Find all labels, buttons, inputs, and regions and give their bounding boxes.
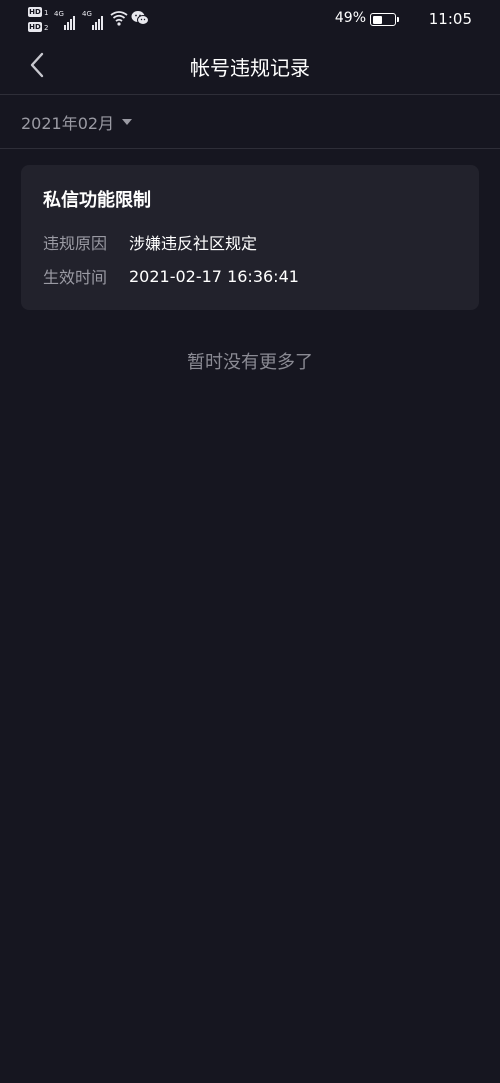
signal-icon: 4G [82, 10, 106, 30]
reason-value: 涉嫌违反社区规定 [129, 234, 258, 253]
battery-icon [370, 13, 399, 26]
wechat-icon [131, 11, 149, 25]
hd-icon: HD 1 HD 2 [28, 6, 52, 34]
reason-row: 违规原因 涉嫌违反社区规定 [43, 231, 257, 253]
effective-time-label: 生效时间 [43, 268, 108, 287]
battery-percent: 49% [334, 10, 366, 26]
signal-icon: 4G [54, 10, 78, 30]
clock: 11:05 [428, 10, 472, 28]
reason-label: 违规原因 [43, 234, 108, 253]
network-type-1: 4G [54, 10, 64, 18]
hd-badge-1: HD [28, 7, 42, 17]
screen: HD 1 HD 2 4G 4G 49% 11:05 帐号违规记录 2021年02… [0, 0, 500, 1083]
month-selector[interactable]: 2021年02月 [21, 110, 133, 134]
hd-badge-2: HD [28, 22, 42, 32]
sim-2-label: 2 [44, 24, 49, 32]
status-right: 49% 11:05 [272, 8, 472, 30]
effective-time-row: 生效时间 2021-02-17 16:36:41 [43, 265, 299, 288]
filter-bar: 2021年02月 [0, 96, 500, 149]
wifi-icon [110, 11, 128, 26]
month-label: 2021年02月 [21, 114, 115, 133]
sim-1-label: 1 [44, 9, 49, 17]
caret-down-icon [122, 119, 133, 125]
effective-time-value: 2021-02-17 16:36:41 [129, 266, 299, 286]
page-title: 帐号违规记录 [190, 56, 310, 80]
network-type-2: 4G [82, 10, 92, 18]
nav-bar: 帐号违规记录 [0, 38, 500, 95]
end-of-list-hint: 暂时没有更多了 [187, 352, 313, 373]
record-title: 私信功能限制 [43, 190, 151, 211]
status-bar: HD 1 HD 2 4G 4G 49% 11:05 [0, 0, 500, 38]
battery-fill [372, 15, 383, 24]
